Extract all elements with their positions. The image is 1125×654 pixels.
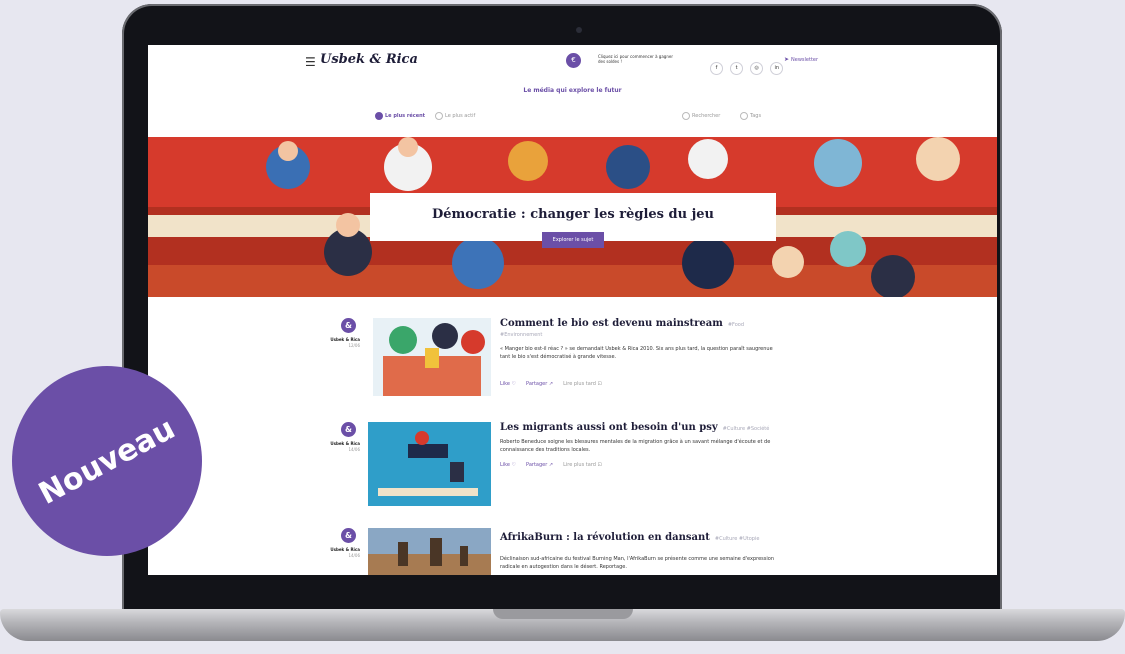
- laptop-notch: [493, 609, 633, 619]
- author-name[interactable]: Usbek & Rica: [328, 337, 360, 342]
- social-links: f t ◎ in: [710, 54, 785, 75]
- instagram-icon[interactable]: ◎: [750, 62, 764, 75]
- filter-bar: Le plus récent Le plus actif Rechercher …: [148, 112, 997, 124]
- hero-banner[interactable]: Démocratie : changer les règles du jeu: [148, 137, 997, 297]
- webcam-icon: [576, 27, 582, 33]
- article-tags[interactable]: #Culture #Société: [723, 426, 770, 432]
- share-button[interactable]: Partager ↗: [526, 381, 553, 387]
- article-date: 14/06: [348, 553, 360, 558]
- share-button[interactable]: Partager ↗: [526, 462, 553, 468]
- article-tags-secondary[interactable]: #Environnement: [500, 332, 542, 338]
- like-button[interactable]: Like ♡: [500, 381, 516, 387]
- tags-button[interactable]: Tags: [740, 112, 761, 120]
- newsletter-link[interactable]: ➤ Newsletter: [784, 56, 818, 63]
- article-thumbnail-illustration: [368, 528, 491, 575]
- hashtag-icon: [740, 112, 748, 120]
- twitter-icon[interactable]: t: [730, 62, 744, 75]
- article-title-text[interactable]: AfrikaBurn : la révolution en dansant: [500, 532, 710, 543]
- article-date: 14/06: [348, 447, 360, 452]
- flame-icon: [435, 112, 443, 120]
- article-excerpt: Déclinaison sud-africaine du festival Bu…: [500, 556, 774, 570]
- paper-plane-icon: ➤: [784, 56, 790, 63]
- article-tags[interactable]: #Culture #Utopie: [715, 536, 760, 542]
- article-actions: Like ♡ Partager ↗ Lire plus tard ⊡: [500, 462, 602, 468]
- article-thumbnail-illustration: [373, 318, 491, 396]
- newsletter-label: Newsletter: [791, 57, 819, 63]
- article-actions: Like ♡ Partager ↗ Lire plus tard ⊡: [500, 381, 602, 387]
- tags-label: Tags: [750, 113, 762, 119]
- author-name[interactable]: Usbek & Rica: [328, 547, 360, 552]
- article-excerpt: Roberto Beneduce soigne les blessures me…: [500, 439, 771, 453]
- article-title[interactable]: Les migrants aussi ont besoin d'un psy #C…: [500, 422, 769, 433]
- new-badge: Nouveau: [12, 366, 202, 556]
- hamburger-icon[interactable]: ☰: [305, 55, 316, 69]
- read-later-button[interactable]: Lire plus tard ⊡: [563, 462, 602, 468]
- browser-screen: ☰ Usbek & Rica € Cliquez ici pour commen…: [148, 45, 997, 575]
- site-header: ☰ Usbek & Rica € Cliquez ici pour commen…: [148, 45, 997, 79]
- article-thumbnail[interactable]: [373, 318, 491, 396]
- article-title-text[interactable]: Les migrants aussi ont besoin d'un psy: [500, 422, 718, 433]
- hero-title[interactable]: Démocratie : changer les règles du jeu: [370, 207, 776, 222]
- site-logo[interactable]: Usbek & Rica: [320, 52, 418, 67]
- article-title[interactable]: Comment le bio est devenu mainstream #Foo…: [500, 318, 744, 329]
- article-thumbnail-illustration: [368, 422, 491, 506]
- filter-recent-label: Le plus récent: [385, 113, 426, 119]
- euro-coin-icon[interactable]: €: [566, 53, 581, 68]
- article-excerpt: « Manger bio est-il réac ? » se demandai…: [500, 346, 773, 360]
- author-name[interactable]: Usbek & Rica: [328, 441, 360, 446]
- filter-active[interactable]: Le plus actif: [435, 112, 475, 120]
- article-title[interactable]: AfrikaBurn : la révolution en dansant #Cu…: [500, 532, 759, 543]
- clock-icon: [375, 112, 383, 120]
- search-icon: [682, 112, 690, 120]
- new-badge-label: Nouveau: [33, 411, 181, 512]
- search-label: Rechercher: [692, 113, 721, 119]
- author-avatar[interactable]: &: [341, 422, 356, 437]
- explore-topic-button[interactable]: Explorer le sujet: [542, 232, 604, 248]
- linkedin-icon[interactable]: in: [770, 62, 784, 75]
- article-thumbnail[interactable]: [368, 422, 491, 506]
- filter-recent[interactable]: Le plus récent: [375, 112, 425, 120]
- read-later-button[interactable]: Lire plus tard ⊡: [563, 381, 602, 387]
- site-tagline: Le média qui explore le futur: [523, 87, 622, 94]
- filter-active-label: Le plus actif: [445, 113, 476, 119]
- search-button[interactable]: Rechercher: [682, 112, 720, 120]
- article-title-text[interactable]: Comment le bio est devenu mainstream: [500, 318, 723, 329]
- author-avatar[interactable]: &: [341, 318, 356, 333]
- article-tags[interactable]: #Food: [728, 322, 744, 328]
- facebook-icon[interactable]: f: [710, 62, 723, 75]
- author-avatar[interactable]: &: [341, 528, 356, 543]
- like-button[interactable]: Like ♡: [500, 462, 516, 468]
- article-thumbnail[interactable]: [368, 528, 491, 575]
- article-date: 12/06: [348, 343, 360, 348]
- promo-text[interactable]: Cliquez ici pour commencer à gagner des …: [598, 54, 678, 64]
